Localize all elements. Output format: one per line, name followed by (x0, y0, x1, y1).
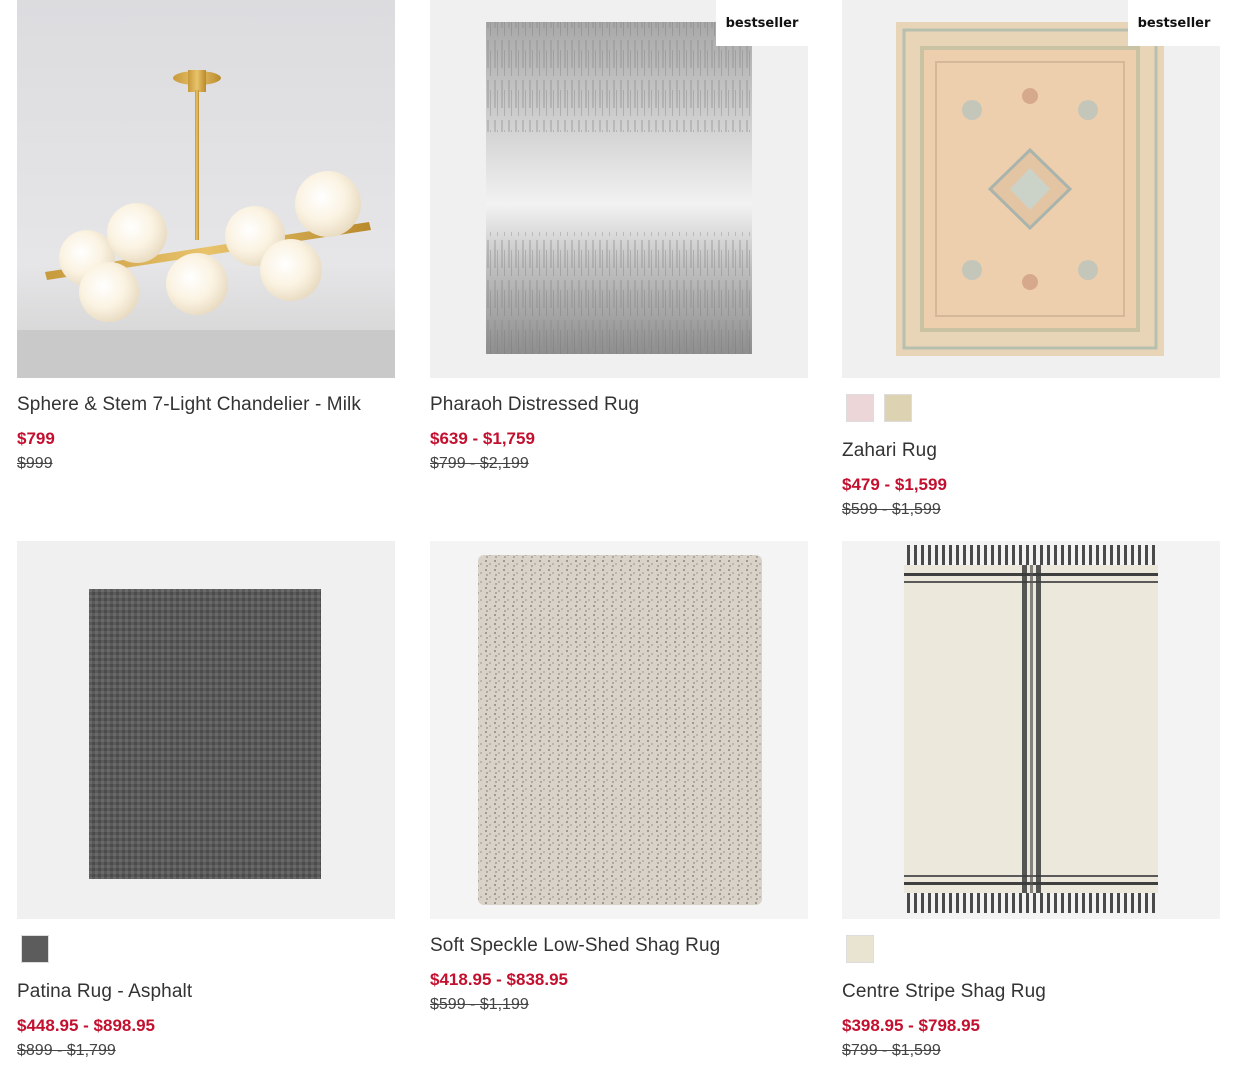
original-price: $999 (17, 455, 53, 472)
product-image[interactable]: bestseller (430, 0, 808, 378)
product-name[interactable]: Pharaoh Distressed Rug (430, 394, 808, 416)
product-image[interactable] (17, 541, 395, 919)
chandelier-image (17, 0, 395, 378)
product-image[interactable] (842, 541, 1220, 919)
product-name[interactable]: Soft Speckle Low-Shed Shag Rug (430, 935, 808, 957)
product-image[interactable] (17, 0, 395, 378)
product-card[interactable]: Soft Speckle Low-Shed Shag Rug $418.95 -… (430, 541, 808, 1014)
product-name[interactable]: Zahari Rug (842, 440, 1220, 462)
color-swatches (846, 935, 1220, 965)
gray-distressed-rug-image (486, 22, 752, 354)
sale-price: $418.95 - $838.95 (430, 970, 569, 989)
product-card[interactable]: bestseller Zahari Rug $479 - $1,599 $599… (842, 0, 1220, 519)
swatch-pink[interactable] (846, 394, 874, 422)
product-card[interactable]: Patina Rug - Asphalt $448.95 - $898.95 $… (17, 541, 395, 1060)
peach-traditional-rug-image (896, 22, 1164, 356)
sale-price: $639 - $1,759 (430, 429, 535, 448)
product-name[interactable]: Sphere & Stem 7-Light Chandelier - Milk (17, 394, 395, 416)
speckle-shag-rug-image (478, 555, 762, 905)
sale-price: $448.95 - $898.95 (17, 1016, 156, 1035)
original-price: $899 - $1,799 (17, 1042, 116, 1059)
bestseller-badge: bestseller (716, 0, 808, 46)
sale-price: $398.95 - $798.95 (842, 1016, 981, 1035)
bestseller-badge: bestseller (1128, 0, 1220, 46)
product-name[interactable]: Patina Rug - Asphalt (17, 981, 395, 1003)
product-name[interactable]: Centre Stripe Shag Rug (842, 981, 1220, 1003)
charcoal-rug-image (89, 589, 321, 879)
original-price: $599 - $1,599 (842, 501, 941, 518)
original-price: $799 - $1,599 (842, 1042, 941, 1059)
product-card[interactable]: Sphere & Stem 7-Light Chandelier - Milk … (17, 0, 395, 473)
product-card[interactable]: bestseller Pharaoh Distressed Rug $639 -… (430, 0, 808, 473)
color-swatches (846, 394, 1220, 424)
original-price: $599 - $1,199 (430, 996, 529, 1013)
color-swatches (21, 935, 395, 965)
swatch-ivory[interactable] (846, 935, 874, 963)
swatch-beige[interactable] (884, 394, 912, 422)
product-image[interactable] (430, 541, 808, 919)
sale-price: $479 - $1,599 (842, 475, 947, 494)
product-image[interactable]: bestseller (842, 0, 1220, 378)
swatch-asphalt[interactable] (21, 935, 49, 963)
product-card[interactable]: Centre Stripe Shag Rug $398.95 - $798.95… (842, 541, 1220, 1060)
original-price: $799 - $2,199 (430, 455, 529, 472)
sale-price: $799 (17, 429, 55, 448)
stripe-shag-rug-image (904, 545, 1158, 913)
